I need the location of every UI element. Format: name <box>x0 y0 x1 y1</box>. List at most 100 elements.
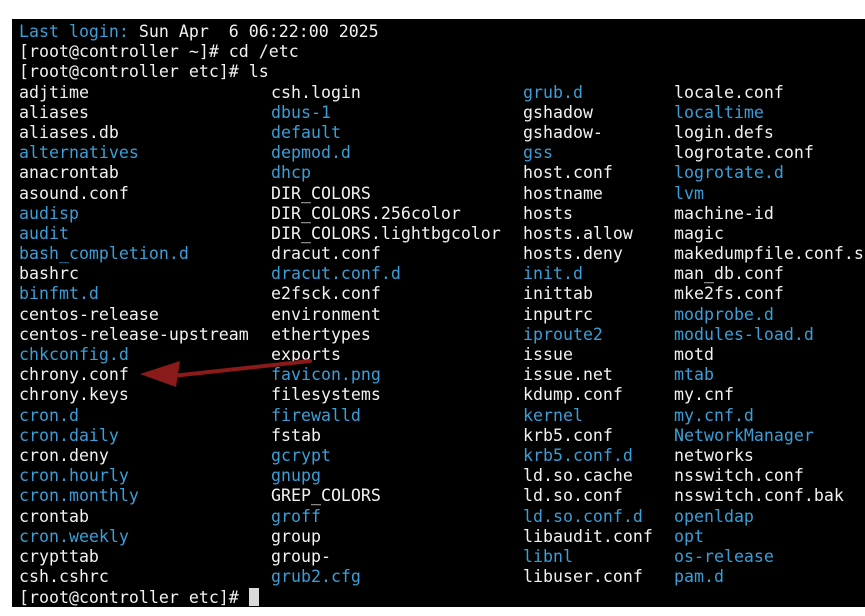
terminal-window[interactable]: Last login: Sun Apr 6 06:22:00 2025 [roo… <box>12 19 865 607</box>
file-entry: gshadow- <box>523 122 603 142</box>
file-entry: DIR_COLORS.lightbgcolor <box>271 223 501 243</box>
file-entry: gshadow <box>523 102 593 122</box>
directory-entry: libnl <box>523 546 573 566</box>
directory-entry: dhcp <box>271 163 311 183</box>
file-entry: chrony.keys <box>19 385 129 405</box>
file-entry: login.defs <box>674 122 774 142</box>
file-entry: inputrc <box>523 304 593 324</box>
directory-entry: my.cnf.d <box>674 405 754 425</box>
ls-column-4: locale.conf localtime login.defs logrotate.… <box>674 83 864 588</box>
directory-entry: grub2.cfg <box>271 567 361 587</box>
file-entry: nsswitch.conf.bak <box>674 486 844 506</box>
file-entry: adjtime <box>19 82 89 102</box>
prompt-line[interactable]: [root@controller etc]# <box>19 587 379 607</box>
file-entry: environment <box>271 304 381 324</box>
file-entry: cron.deny <box>19 445 109 465</box>
directory-entry: opt <box>674 526 704 546</box>
directory-entry: chkconfig.d <box>19 345 129 364</box>
directory-entry: kernel <box>523 405 583 425</box>
directory-entry: bash_completion.d <box>19 244 189 264</box>
file-entry: krb5.conf <box>523 425 613 445</box>
file-entry: csh.cshrc <box>19 567 109 587</box>
file-entry: kdump.conf <box>523 385 623 405</box>
file-entry: host.conf <box>523 163 613 183</box>
directory-entry: os-release <box>674 546 774 566</box>
ls-column-3: grub.d gshadow gshadow-gss host.conf hostnam… <box>523 83 653 588</box>
file-entry: issue.net <box>523 365 613 385</box>
directory-entry: audisp <box>19 203 79 223</box>
file-entry: mke2fs.conf <box>674 284 784 304</box>
file-entry: libuser.conf <box>523 567 643 587</box>
directory-entry: modprobe.d <box>674 304 774 324</box>
directory-entry: depmod.d <box>271 143 351 163</box>
directory-entry: gnupg <box>271 466 321 486</box>
directory-entry: dracut.conf.d <box>271 264 401 284</box>
directory-entry: openldap <box>674 506 754 526</box>
file-entry: aliases <box>19 102 89 122</box>
directory-entry: init.d <box>523 264 583 284</box>
file-entry: hosts.deny <box>523 244 623 264</box>
directory-entry: dbus-1 <box>271 102 331 122</box>
file-entry: libaudit.conf <box>523 526 653 546</box>
file-entry: e2fsck.conf <box>271 284 381 304</box>
file-entry: chrony.conf <box>19 365 129 385</box>
directory-entry: binfmt.d <box>19 284 99 304</box>
file-entry: hostname <box>523 183 603 203</box>
directory-entry: lvm <box>674 183 704 203</box>
file-entry: centos-release <box>19 304 159 324</box>
file-entry: logrotate.conf <box>674 143 814 163</box>
file-entry: fstab <box>271 425 321 445</box>
directory-entry: NetworkManager <box>674 425 814 445</box>
file-entry: man_db.conf <box>674 264 784 284</box>
directory-entry: cron.daily <box>19 425 119 445</box>
directory-entry: modules-load.d <box>674 324 814 344</box>
file-entry: exports <box>271 345 341 364</box>
directory-entry: cron.hourly <box>19 466 129 486</box>
directory-entry: groff <box>271 506 321 526</box>
file-entry: bashrc <box>19 264 79 284</box>
command-cd-line: [root@controller ~]# cd /etc <box>19 42 299 62</box>
directory-entry: cron.monthly <box>19 486 139 506</box>
ls-column-1: adjtime aliases aliases.db alternatives anac… <box>19 83 249 588</box>
file-entry: GREP_COLORS <box>271 486 381 506</box>
file-entry: group- <box>271 546 331 566</box>
file-entry: hosts <box>523 203 573 223</box>
directory-entry: firewalld <box>271 405 361 425</box>
directory-entry: gss <box>523 143 553 163</box>
file-entry: magic <box>674 223 724 243</box>
directory-entry: gcrypt <box>271 445 331 465</box>
command-ls-line: [root@controller etc]# ls <box>19 62 269 82</box>
file-entry: aliases.db <box>19 122 119 142</box>
file-entry: DIR_COLORS <box>271 183 371 203</box>
directory-entry: cron.d <box>19 405 79 425</box>
text-cursor <box>248 587 259 606</box>
file-entry: nsswitch.conf <box>674 466 804 486</box>
file-entry: asound.conf <box>19 183 129 203</box>
shell-prompt: [root@controller etc]# <box>19 587 249 607</box>
directory-entry: grub.d <box>523 82 583 102</box>
directory-entry: alternatives <box>19 143 139 163</box>
last-login-line: Last login: Sun Apr 6 06:22:00 2025 <box>19 22 379 42</box>
file-entry: motd <box>674 345 714 364</box>
directory-entry: mtab <box>674 365 714 385</box>
directory-entry: pam.d <box>674 567 724 587</box>
last-login-value: Sun Apr 6 06:22:00 2025 <box>128 22 379 41</box>
directory-entry: localtime <box>674 102 764 122</box>
file-entry: issue <box>523 345 573 364</box>
file-entry: ld.so.cache <box>523 466 633 486</box>
file-entry: dracut.conf <box>271 244 381 264</box>
file-entry: csh.login <box>271 82 361 102</box>
file-entry: my.cnf <box>674 385 734 405</box>
file-entry: locale.conf <box>674 82 784 102</box>
terminal-output: Last login: Sun Apr 6 06:22:00 2025 [roo… <box>19 22 864 607</box>
file-entry: anacrontab <box>19 163 119 183</box>
file-entry: crypttab <box>19 546 99 566</box>
file-entry: networks <box>674 445 754 465</box>
file-entry: makedumpfile.conf.s <box>674 244 864 264</box>
file-entry: filesystems <box>271 385 381 405</box>
directory-entry: cron.weekly <box>19 526 129 546</box>
directory-entry: logrotate.d <box>674 163 784 183</box>
ls-column-2: csh.login dbus-1 default depmod.d dhcp DIR_CO… <box>271 83 501 588</box>
file-entry: group <box>271 526 321 546</box>
last-login-label: Last login: <box>19 22 129 41</box>
